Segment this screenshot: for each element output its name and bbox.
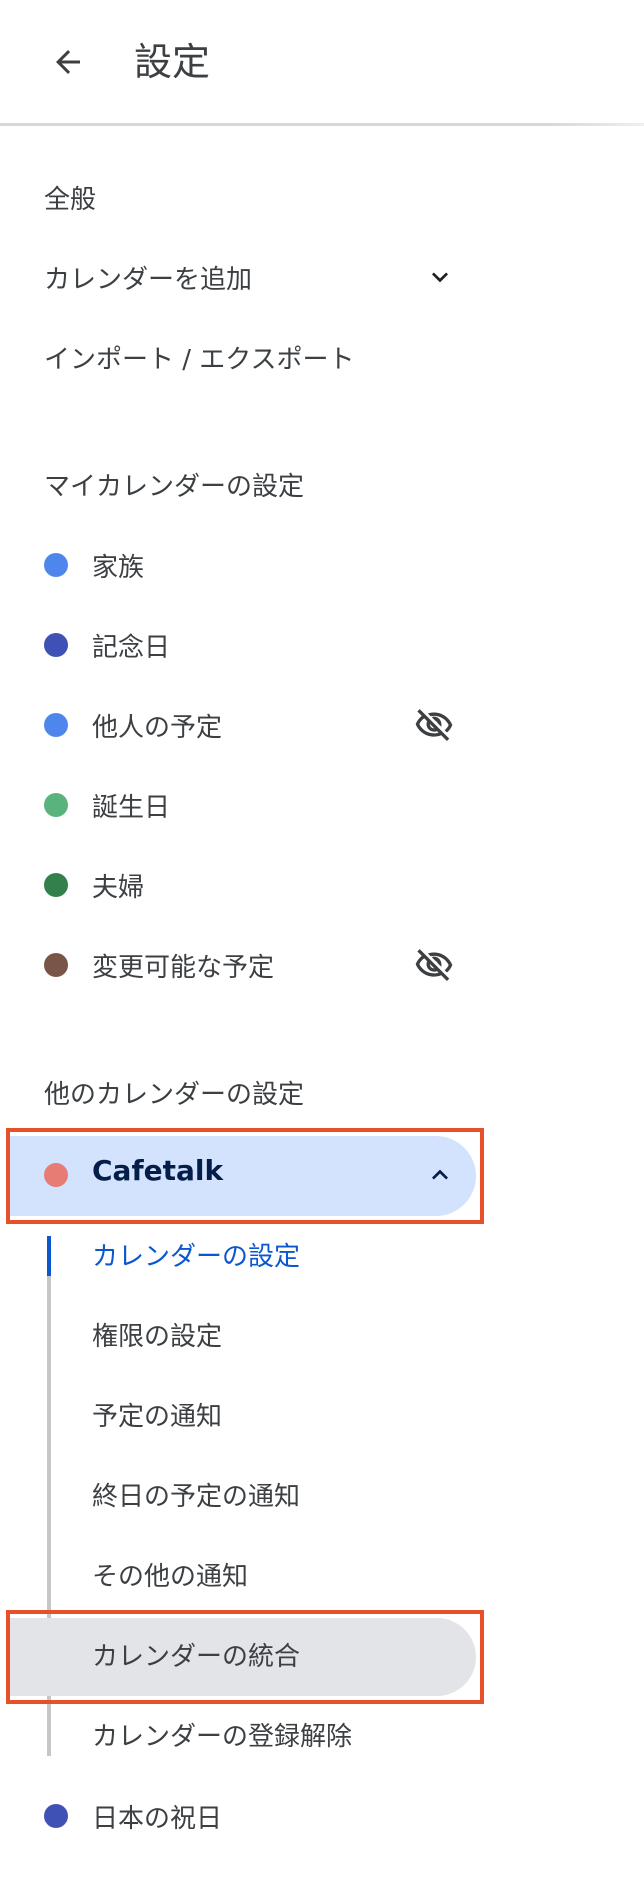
menu-add-calendar-label: カレンダーを追加 xyxy=(44,264,253,295)
my-calendar-item[interactable]: 誕生日 xyxy=(0,770,644,840)
menu-general[interactable]: 全般 xyxy=(0,162,644,232)
calendar-color-dot xyxy=(44,953,68,977)
chevron-down-icon xyxy=(420,257,460,297)
page-title: 設定 xyxy=(134,40,211,84)
submenu-item-unsubscribe[interactable]: カレンダーの登録解除 xyxy=(92,1716,352,1753)
submenu-item-event-notifications[interactable]: 予定の通知 xyxy=(92,1396,222,1433)
highlight-box xyxy=(6,1128,484,1224)
visibility-off-icon xyxy=(414,945,454,985)
submenu-item-all-day-notifications[interactable]: 終日の予定の通知 xyxy=(92,1476,300,1513)
menu-import-export-label: インポート / エクスポート xyxy=(44,344,355,375)
calendar-color-dot xyxy=(44,873,68,897)
my-calendar-item[interactable]: 家族 xyxy=(0,530,644,600)
my-calendar-item[interactable]: 変更可能な予定 xyxy=(0,930,644,1000)
my-calendar-item[interactable]: 他人の予定 xyxy=(0,690,644,760)
calendar-color-dot xyxy=(44,713,68,737)
my-calendar-item[interactable]: 記念日 xyxy=(0,610,644,680)
back-button[interactable] xyxy=(38,32,98,92)
submenu-active-indicator xyxy=(47,1236,51,1276)
calendar-label: 日本の祝日 xyxy=(92,1803,223,1834)
submenu-item-calendar-settings[interactable]: カレンダーの設定 xyxy=(92,1236,300,1273)
other-calendar-item[interactable]: 日本の祝日 xyxy=(0,1781,644,1851)
calendar-color-dot xyxy=(44,553,68,577)
calendar-color-dot xyxy=(44,1804,68,1828)
menu-general-label: 全般 xyxy=(44,184,97,215)
header-divider xyxy=(0,123,644,126)
calendar-color-dot xyxy=(44,793,68,817)
menu-import-export[interactable]: インポート / エクスポート xyxy=(0,322,644,392)
my-calendar-item[interactable]: 夫婦 xyxy=(0,850,644,920)
calendar-label: 変更可能な予定 xyxy=(92,952,275,983)
menu-add-calendar[interactable]: カレンダーを追加 xyxy=(0,242,644,312)
submenu-item-other-notifications[interactable]: その他の通知 xyxy=(92,1556,248,1593)
other-calendars-section-title: 他のカレンダーの設定 xyxy=(44,1080,305,1110)
arrow-back-icon xyxy=(56,50,80,74)
calendar-label: 記念日 xyxy=(92,632,171,663)
visibility-off-icon xyxy=(414,705,454,745)
my-calendars-section-title: マイカレンダーの設定 xyxy=(44,472,305,502)
calendar-label: 他人の予定 xyxy=(92,712,223,743)
highlight-box xyxy=(6,1610,484,1704)
calendar-color-dot xyxy=(44,633,68,657)
calendar-label: 夫婦 xyxy=(92,872,145,903)
calendar-label: 誕生日 xyxy=(92,792,171,823)
calendar-label: 家族 xyxy=(92,552,145,583)
submenu-item-permissions[interactable]: 権限の設定 xyxy=(92,1316,222,1353)
settings-header: 設定 xyxy=(0,0,644,126)
